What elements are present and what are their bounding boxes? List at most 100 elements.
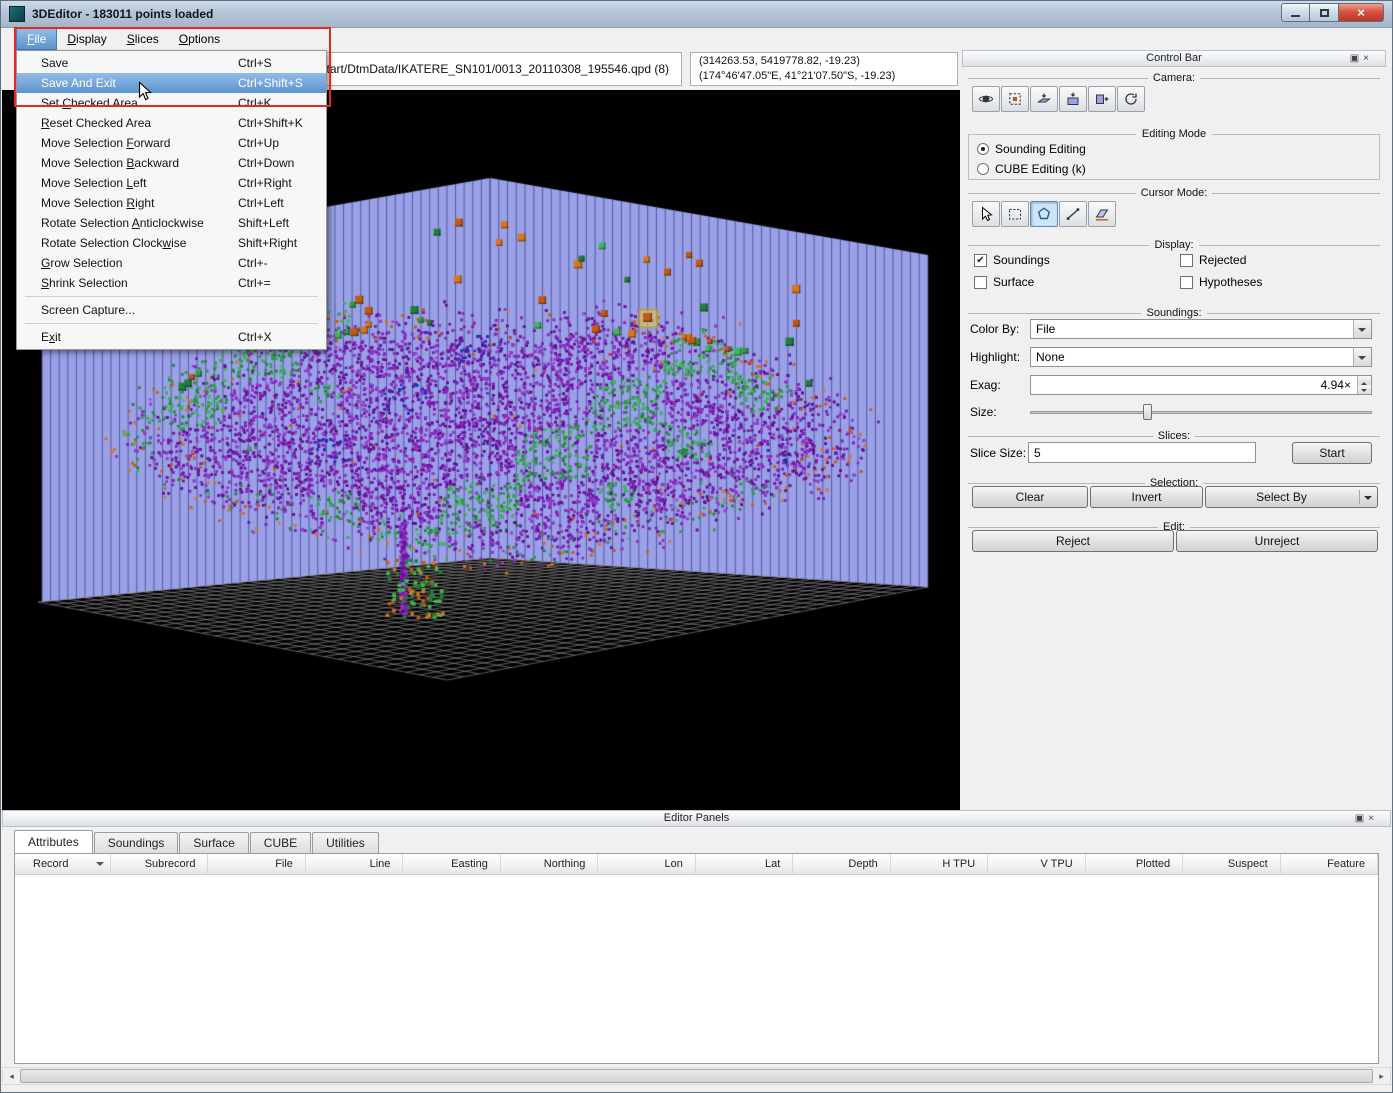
view-top-icon [1036,91,1052,107]
column-header-northing[interactable]: Northing [501,854,598,874]
menu-item-reset-checked-area[interactable]: Reset Checked AreaCtrl+Shift+K [17,113,326,133]
menu-item-exit[interactable]: ExitCtrl+X [17,327,326,347]
menubar-item-options[interactable]: Options [169,28,230,50]
color-by-dropdown[interactable]: File [1030,319,1372,339]
column-header-easting[interactable]: Easting [403,854,500,874]
menu-shortcut: Shift+Right [238,236,310,250]
view-top-button[interactable] [1030,86,1058,112]
unreject-button[interactable]: Unreject [1176,530,1378,552]
menu-item-save-and-exit[interactable]: Save And ExitCtrl+Shift+S [17,73,326,93]
color-by-row: Color By: File [970,318,1372,339]
trackball-camera-button[interactable] [972,86,1000,112]
panel-close-icon[interactable]: × [1368,812,1374,826]
tab-cube[interactable]: CUBE [250,832,311,853]
pointer-select-button[interactable] [972,201,1000,227]
table-body[interactable] [15,875,1378,1063]
scroll-right-arrow-icon[interactable]: ▸ [1373,1068,1390,1084]
menu-item-move-selection-left[interactable]: Move Selection LeftCtrl+Right [17,173,326,193]
menubar-item-display[interactable]: Display [57,28,116,50]
menu-item-rotate-selection-anticlockwise[interactable]: Rotate Selection AnticlockwiseShift+Left [17,213,326,233]
menu-shortcut: Ctrl+K [238,96,310,110]
scrollbar-thumb[interactable] [20,1069,1373,1083]
column-header-subrecord[interactable]: Subrecord [111,854,208,874]
exag-spinbox[interactable]: 4.94× [1030,375,1372,395]
column-header-record[interactable]: Record [15,854,111,874]
menubar-item-file[interactable]: File [16,28,57,50]
checkbox-unchecked-icon [1180,254,1193,267]
zoom-extents-button[interactable] [1001,86,1029,112]
menu-item-set-checked-area[interactable]: Set Checked AreaCtrl+K [17,93,326,113]
soundings-checkbox[interactable]: ✔Soundings [974,253,1180,267]
polygon-select-button[interactable] [1030,201,1058,227]
view-front-button[interactable] [1059,86,1087,112]
menu-shortcut: Ctrl+= [238,276,310,290]
hypotheses-checkbox[interactable]: Hypotheses [1180,275,1374,289]
slice-plane-button[interactable] [1088,201,1116,227]
column-header-lon[interactable]: Lon [598,854,695,874]
start-button[interactable]: Start [1292,442,1372,464]
size-slider[interactable] [1030,402,1372,422]
cube-editing-radio[interactable]: CUBE Editing (k) [969,159,1379,179]
panel-float-icon[interactable]: ▣ [1355,812,1364,826]
column-header-plotted[interactable]: Plotted [1086,854,1183,874]
menu-item-rotate-selection-clockwise[interactable]: Rotate Selection ClockwiseShift+Right [17,233,326,253]
column-header-lat[interactable]: Lat [696,854,793,874]
trackball-camera-icon [978,91,994,107]
column-header-line[interactable]: Line [306,854,403,874]
record-filter-arrow-icon[interactable] [96,862,104,870]
maximize-button[interactable] [1310,3,1339,22]
column-header-h-tpu[interactable]: H TPU [891,854,988,874]
horizontal-scrollbar[interactable]: ◂ ▸ [2,1067,1391,1085]
checkbox-unchecked-icon [1180,276,1193,289]
editor-tabs: AttributesSoundingsSurfaceCUBEUtilities [14,830,380,853]
column-header-v-tpu[interactable]: V TPU [988,854,1085,874]
window-controls: × [1281,3,1384,22]
close-button[interactable]: × [1339,3,1384,22]
panel-float-icon[interactable]: ▣ [1350,52,1359,66]
rejected-checkbox[interactable]: Rejected [1180,253,1374,267]
highlight-dropdown[interactable]: None [1030,347,1372,367]
tab-soundings[interactable]: Soundings [94,832,179,853]
column-header-file[interactable]: File [208,854,305,874]
reject-button[interactable]: Reject [972,530,1174,552]
tab-attributes[interactable]: Attributes [14,830,93,853]
menu-item-move-selection-forward[interactable]: Move Selection ForwardCtrl+Up [17,133,326,153]
rotate-camera-button[interactable] [1117,86,1145,112]
menu-item-move-selection-backward[interactable]: Move Selection BackwardCtrl+Down [17,153,326,173]
menubar-item-slices[interactable]: Slices [117,28,169,50]
coordinates-latlon: (174°46'47.05"E, 41°21'07.50"S, -19.23) [699,69,949,84]
clear-button[interactable]: Clear [972,486,1088,508]
sounding-editing-radio[interactable]: Sounding Editing [969,139,1379,159]
column-header-feature[interactable]: Feature [1281,854,1378,874]
line-select-icon [1065,206,1081,222]
tab-utilities[interactable]: Utilities [312,832,379,853]
tab-surface[interactable]: Surface [179,832,248,853]
menu-item-move-selection-right[interactable]: Move Selection RightCtrl+Left [17,193,326,213]
slider-handle[interactable] [1143,404,1152,420]
menu-item-grow-selection[interactable]: Grow SelectionCtrl+- [17,253,326,273]
spinbox-arrows-icon[interactable] [1357,376,1371,394]
invert-button[interactable]: Invert [1090,486,1203,508]
select-by-button[interactable]: Select By [1205,486,1378,508]
camera-toolbar [972,86,1145,112]
menu-shortcut: Ctrl+Up [238,136,310,150]
slice-size-input[interactable]: 5 [1028,442,1256,463]
menu-separator [25,323,318,324]
view-front-icon [1065,91,1081,107]
view-side-button[interactable] [1088,86,1116,112]
line-select-button[interactable] [1059,201,1087,227]
menu-item-screen-capture[interactable]: Screen Capture... [17,300,326,320]
menu-item-shrink-selection[interactable]: Shrink SelectionCtrl+= [17,273,326,293]
menu-item-save[interactable]: SaveCtrl+S [17,53,326,73]
scroll-left-arrow-icon[interactable]: ◂ [3,1068,20,1084]
minimize-icon [1291,15,1300,17]
surface-checkbox[interactable]: Surface [974,275,1180,289]
rectangle-select-button[interactable] [1001,201,1029,227]
file-path-text: kstart/DtmData/IKATERE_SN101/0013_201103… [315,62,669,76]
coordinates-xyz: (314263.53, 5419778.82, -19.23) [699,54,949,69]
minimize-button[interactable] [1281,3,1310,22]
radio-unselected-icon [977,163,989,175]
panel-close-icon[interactable]: × [1363,52,1369,66]
column-header-suspect[interactable]: Suspect [1183,854,1280,874]
column-header-depth[interactable]: Depth [793,854,890,874]
